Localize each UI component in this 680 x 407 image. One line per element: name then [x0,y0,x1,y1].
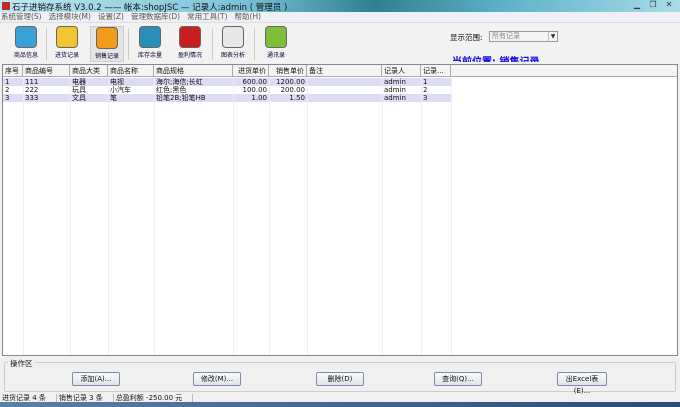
yen-icon [96,27,118,49]
toolbar-contacts[interactable]: 通讯录 [259,26,293,62]
toolbar-profit[interactable]: 盈利情况 [173,26,207,62]
current-position: 当前位置: 销售记录 [452,53,539,62]
table-cell: 笔 [110,94,117,102]
table-cell: 3 [5,94,10,102]
menu-settings[interactable]: 设置(Z) [97,12,130,22]
table-cell [307,86,382,94]
status-purchase-count: 进货记录 4 条 [0,394,57,402]
table-cell: 1 [5,78,10,86]
col-header[interactable]: 商品规格 [154,65,233,76]
minimize-icon[interactable]: ▁ [630,0,644,10]
table-cell: 小汽车 [110,86,131,94]
menu-bar: 系统管理(S) 选择模块(M) 设置(Z) 管理数据库(D) 常用工具(T) 帮… [0,12,680,22]
query-button[interactable]: 查询(Q)... [434,372,482,386]
toolbar-stock[interactable]: 库存余量 [133,26,167,62]
toolbar-sales[interactable]: 销售记录 [90,26,124,62]
range-select[interactable]: 所有记录 ▼ [489,31,558,42]
stock-icon [139,26,161,48]
menu-database[interactable]: 管理数据库(D) [130,12,186,22]
table-cell: 1 [423,78,428,86]
operation-group-title: 操作区 [8,358,35,369]
toolbar-chart[interactable]: 图表分析 [216,26,250,62]
col-header[interactable]: 记录... [421,65,451,76]
chevron-down-icon[interactable]: ▼ [548,32,557,41]
menu-tools[interactable]: 常用工具(T) [186,12,233,22]
table-cell: 海尔;海信;长虹 [156,78,203,86]
col-header[interactable]: 记录人 [382,65,421,76]
table-cell: 222 [25,86,39,94]
table-cell: 3 [423,94,428,102]
table-cell: 文具 [72,94,86,102]
table-cell: 铅笔2B;铅笔HB [156,94,206,102]
menu-module[interactable]: 选择模块(M) [48,12,97,22]
menu-help[interactable]: 帮助(H) [234,12,268,22]
toolbar-purchase[interactable]: 进货记录 [50,26,84,62]
table-cell: 1200.00 [276,78,305,86]
table-cell: 1.50 [289,94,305,102]
col-header[interactable]: 备注 [307,65,382,76]
table-cell: admin [384,86,406,94]
col-header[interactable]: 商品名称 [108,65,154,76]
table-cell: 电视 [110,78,124,86]
range-value: 所有记录 [492,32,520,40]
bar-chart-icon [222,26,244,48]
status-bar: 进货记录 4 条 销售记录 3 条 总盈利额 -250.00 元 [0,394,680,402]
col-header[interactable]: 商品编号 [23,65,70,76]
delete-button[interactable]: 删除(D) [316,372,364,386]
table-cell: 红色;黑色 [156,86,187,94]
toolbar: 商品信息 进货记录 销售记录 库存余量 盈利情况 图表分析 通讯录 [0,22,680,63]
title-bar: 石子进销存系统 V3.0.2 —— 帐本:shopJSC — 记录人:admin… [0,0,680,13]
status-sales-count: 销售记录 3 条 [57,394,114,402]
coins-icon [179,26,201,48]
toolbar-product-info[interactable]: 商品信息 [9,26,43,62]
table-cell: 600.00 [242,78,268,86]
table-cell: 200.00 [280,86,306,94]
export-excel-button[interactable]: 出Excel表(E)... [557,372,607,395]
table-cell: 2 [423,86,428,94]
table-header: 序号 商品编号 商品大类 商品名称 商品规格 进货单价 销售单价 备注 记录人 … [3,65,677,77]
table-cell [307,78,382,86]
range-label: 显示范围: [450,33,483,42]
status-total-profit: 总盈利额 -250.00 元 [114,394,194,402]
phone-icon [265,26,287,48]
table-cell: 100.00 [242,86,268,94]
add-button[interactable]: 添加(A)... [72,372,120,386]
taskbar [0,402,680,407]
document-icon [15,26,37,48]
table-cell [307,94,382,102]
app-icon [2,2,10,10]
table-cell: 电器 [72,78,86,86]
maximize-icon[interactable]: ❐ [646,0,660,10]
table-cell: 1.00 [251,94,267,102]
col-header[interactable]: 序号 [3,65,23,76]
table-cell: 333 [25,94,39,102]
col-header[interactable]: 商品大类 [70,65,108,76]
col-header[interactable]: 销售单价 [269,65,307,76]
table-cell: 2 [5,86,10,94]
close-icon[interactable]: ✕ [662,0,676,10]
col-header[interactable]: 进货单价 [233,65,269,76]
records-table: 序号 商品编号 商品大类 商品名称 商品规格 进货单价 销售单价 备注 记录人 … [2,64,678,356]
menu-system[interactable]: 系统管理(S) [0,12,48,22]
box-in-icon [56,26,78,48]
table-cell: admin [384,78,406,86]
table-cell: 111 [25,78,39,86]
table-cell: 玩具 [72,86,86,94]
table-cell: admin [384,94,406,102]
edit-button[interactable]: 修改(M)... [193,372,241,386]
